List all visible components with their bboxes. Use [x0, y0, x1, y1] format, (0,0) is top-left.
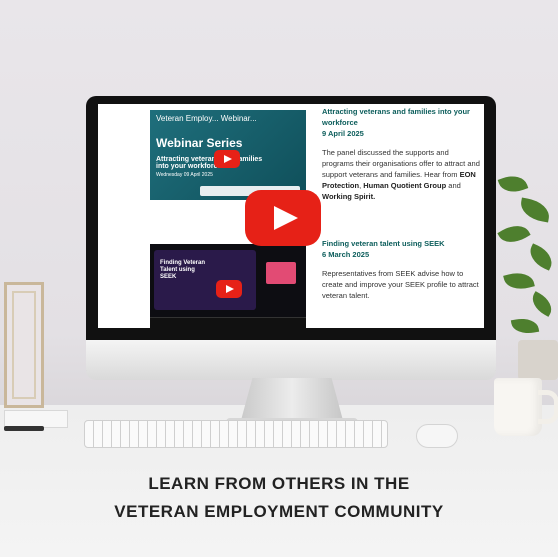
- mouse: [416, 424, 458, 448]
- org-link[interactable]: Working Spirit.: [322, 192, 375, 201]
- article-date: 6 March 2025: [322, 250, 370, 259]
- article-body: The panel discussed the supports and pro…: [322, 148, 480, 201]
- org-link[interactable]: Human Quotient Group: [363, 181, 446, 190]
- scene: Veteran Employ... Webinar... Webinar Ser…: [0, 0, 558, 557]
- caption-line-1: LEARN FROM OTHERS IN THE: [148, 474, 410, 493]
- article-attracting-veterans: Attracting veterans and families into yo…: [322, 106, 482, 202]
- plant-leaf: [503, 268, 535, 294]
- video-control-bar[interactable]: [150, 317, 306, 328]
- presenter-thumbnail: [266, 262, 296, 284]
- video-series-title: Webinar Series: [156, 136, 243, 150]
- caption-line-2: VETERAN EMPLOYMENT COMMUNITY: [114, 502, 444, 521]
- plant-pot: [518, 340, 558, 380]
- coffee-mug: [494, 378, 542, 436]
- plant-leaf: [497, 171, 529, 197]
- play-icon[interactable]: [245, 190, 321, 246]
- play-icon[interactable]: [216, 280, 242, 298]
- plant-leaf: [497, 219, 531, 249]
- video-date: Wednesday 09 April 2025: [156, 172, 213, 178]
- article-heading[interactable]: Finding veteran talent using SEEK: [322, 238, 482, 249]
- plant-leaf: [527, 291, 557, 317]
- article-finding-talent: Finding veteran talent using SEEK 6 Marc…: [322, 238, 482, 301]
- monitor-chin: [86, 340, 496, 380]
- video-slide: Finding Veteran Talent using SEEK: [154, 250, 256, 310]
- video-slide-title: Finding Veteran Talent using SEEK: [160, 260, 206, 280]
- article-body: Representatives from SEEK advise how to …: [322, 269, 479, 300]
- plant-leaf: [510, 315, 540, 337]
- plant-leaf: [525, 243, 557, 271]
- pen: [4, 426, 44, 431]
- video-thumbnail-seek[interactable]: Finding Veteran Talent using SEEK: [150, 244, 306, 328]
- keyboard: [84, 420, 388, 448]
- video-thumbnail-webinar[interactable]: Veteran Employ... Webinar... Webinar Ser…: [150, 110, 306, 200]
- video-title-bar: Veteran Employ... Webinar...: [156, 114, 257, 123]
- play-icon[interactable]: [214, 150, 240, 168]
- plant-leaf: [518, 197, 552, 223]
- article-date: 9 April 2025: [322, 129, 364, 138]
- article-heading[interactable]: Attracting veterans and families into yo…: [322, 106, 482, 128]
- picture-frame: [4, 282, 44, 408]
- mug-handle: [538, 390, 558, 424]
